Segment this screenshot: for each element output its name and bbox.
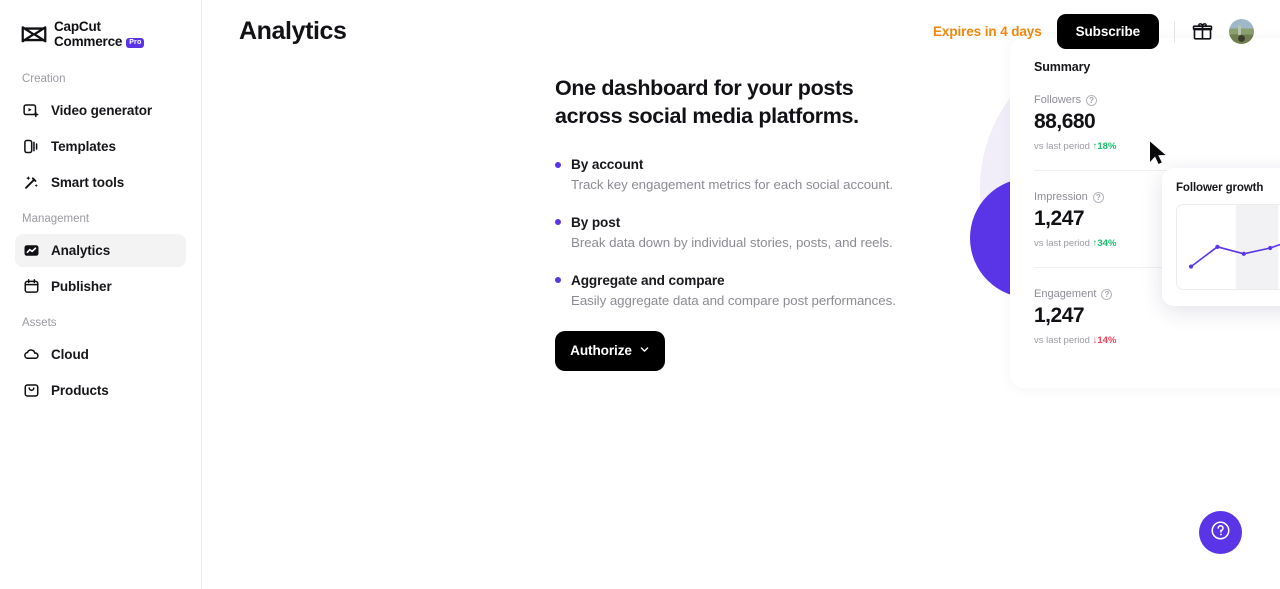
top-bar: Analytics Expires in 4 days Subscribe [202, 0, 1280, 63]
feature-item: Aggregate and compare Easily aggregate d… [555, 273, 921, 311]
analytics-illustration: Summary Followers ? 88,680 vs last perio… [962, 0, 1280, 430]
sidebar-item-label: Video generator [51, 103, 153, 118]
help-circle-icon: ? [1092, 191, 1104, 203]
nav-group-assets: Assets Cloud Products [0, 317, 201, 407]
page-title: Analytics [239, 17, 347, 45]
sidebar-item-label: Publisher [51, 279, 112, 294]
feature-list: By account Track key engagement metrics … [555, 157, 921, 311]
sidebar-item-templates[interactable]: Templates [15, 130, 186, 163]
metric-change-down: ↓14% [1092, 335, 1117, 346]
bullet-dot-icon [555, 161, 561, 168]
metric-compare-label: vs last period [1034, 335, 1090, 346]
templates-icon [23, 138, 40, 155]
metric-label: Followers [1034, 94, 1082, 106]
sidebar-item-video-generator[interactable]: Video generator [15, 94, 186, 127]
video-generator-icon [23, 102, 40, 119]
chevron-down-icon [639, 343, 650, 358]
authorize-label: Authorize [570, 343, 632, 359]
sidebar-item-label: Templates [51, 139, 116, 154]
metric-label: Engagement [1034, 288, 1097, 300]
gift-icon[interactable] [1190, 20, 1214, 44]
cloud-icon [23, 346, 40, 363]
main-area: Analytics Expires in 4 days Subscribe On… [202, 0, 1280, 589]
follower-growth-chart [1176, 204, 1280, 290]
nav-section-label-assets: Assets [22, 317, 57, 329]
metric-compare-label: vs last period [1034, 141, 1090, 152]
sidebar-item-cloud[interactable]: Cloud [15, 338, 186, 371]
analytics-icon [23, 242, 40, 259]
publisher-icon [23, 278, 40, 295]
logo-line-1: CapCut [54, 19, 101, 35]
logo-line-2: Commerce [54, 33, 123, 49]
feature-item: By account Track key engagement metrics … [555, 157, 921, 195]
sidebar-item-analytics[interactable]: Analytics [15, 234, 186, 267]
smart-tools-icon [23, 174, 40, 191]
subscribe-button[interactable]: Subscribe [1056, 14, 1159, 49]
logo-text: CapCut Commerce Pro [54, 19, 145, 49]
feature-desc: Break data down by individual stories, p… [571, 234, 893, 250]
help-button[interactable] [1199, 511, 1242, 554]
capcut-logo-icon [21, 24, 47, 46]
products-icon [23, 382, 40, 399]
feature-desc: Easily aggregate data and compare post p… [571, 292, 896, 308]
sidebar-item-label: Cloud [51, 347, 89, 362]
metric-change-up: ↑18% [1092, 141, 1117, 152]
follower-growth-tooltip: Follower growth [1162, 168, 1280, 306]
metric-change-up: ↑34% [1092, 238, 1117, 249]
sidebar: CapCut Commerce Pro Creation Video gener… [0, 0, 202, 589]
help-circle-icon: ? [1101, 288, 1113, 300]
top-bar-actions: Expires in 4 days Subscribe [933, 14, 1254, 49]
metric-label: Impression [1034, 191, 1088, 203]
sidebar-item-label: Products [51, 383, 109, 398]
expiry-notice: Expires in 4 days [933, 24, 1042, 39]
nav-group-management: Management Analytics Publisher [0, 213, 201, 303]
headline: One dashboard for your posts across soci… [555, 76, 859, 128]
nav-section-label-management: Management [22, 213, 90, 225]
pro-badge: Pro [126, 37, 145, 48]
feature-title: By account [571, 157, 644, 173]
metric-compare-label: vs last period [1034, 238, 1090, 249]
feature-item: By post Break data down by individual st… [555, 215, 921, 253]
sidebar-item-label: Smart tools [51, 175, 125, 190]
bullet-dot-icon [555, 277, 561, 284]
app-logo[interactable]: CapCut Commerce Pro [0, 0, 201, 52]
tooltip-title: Follower growth [1176, 182, 1264, 194]
toolbar-divider [1174, 20, 1175, 43]
feature-desc: Track key engagement metrics for each so… [571, 177, 894, 193]
app-root: CapCut Commerce Pro Creation Video gener… [0, 0, 1280, 589]
avatar[interactable] [1229, 19, 1254, 44]
mouse-cursor-icon [1147, 140, 1169, 166]
metric-comparison: vs last period ↓14% [1034, 335, 1280, 346]
question-mark-icon [1209, 519, 1232, 547]
sidebar-item-smart-tools[interactable]: Smart tools [15, 166, 186, 199]
sidebar-item-publisher[interactable]: Publisher [15, 270, 186, 303]
sidebar-item-label: Analytics [51, 243, 111, 258]
feature-title: By post [571, 214, 621, 230]
sidebar-item-products[interactable]: Products [15, 374, 186, 407]
nav-section-label-creation: Creation [22, 73, 66, 85]
feature-title: Aggregate and compare [571, 272, 725, 288]
nav-group-creation: Creation Video generator Templates Smart… [0, 73, 201, 199]
authorize-button[interactable]: Authorize [555, 330, 665, 371]
bullet-dot-icon [555, 219, 561, 226]
metric-value: 88,680 [1034, 110, 1096, 133]
help-circle-icon: ? [1086, 94, 1098, 106]
metric-value: 1,247 [1034, 304, 1085, 327]
